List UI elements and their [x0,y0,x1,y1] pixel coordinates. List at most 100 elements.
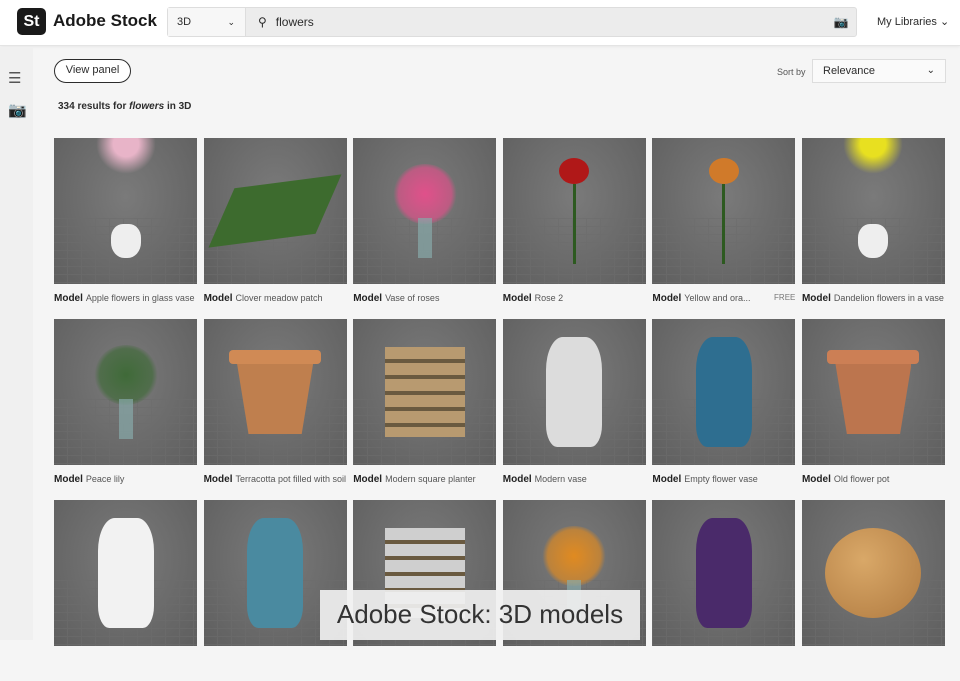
model-preview [247,518,304,628]
result-item[interactable]: Model Rose 2 [502,138,646,319]
result-item[interactable] [54,500,197,681]
sort-dropdown[interactable]: Relevance ⌄ [812,59,946,83]
asset-type-dropdown[interactable]: 3D ⌄ [168,8,246,36]
search-query: flowers [275,15,314,29]
result-title[interactable]: Modern square planter [385,474,476,484]
result-caption: Model Clover meadow patch [204,293,347,304]
result-title[interactable]: Clover meadow patch [235,293,322,303]
result-title[interactable]: Peace lily [86,474,125,484]
result-thumbnail[interactable] [353,138,497,284]
asset-type-label: Model [502,474,532,485]
result-title[interactable]: Dandelion flowers in a vase [834,293,944,303]
result-thumbnail[interactable] [652,500,796,646]
result-caption: Model Vase of roses [353,293,496,304]
overlay-caption: Adobe Stock: 3D models [320,590,640,640]
my-libraries-label: My Libraries [877,16,937,28]
search-icon: ⚲ [258,15,267,29]
result-item[interactable]: Model Modern vase [502,319,646,500]
search-input[interactable]: ⚲ flowers [246,8,826,36]
result-item[interactable]: Model Yellow and ora... FREE [652,138,796,319]
result-title[interactable]: Vase of roses [385,293,439,303]
asset-type-label: Model [502,293,532,304]
result-item[interactable]: Model Vase of roses [353,138,497,319]
model-preview [843,138,904,258]
brand-name[interactable]: Adobe Stock [53,11,157,31]
visual-search-camera-icon[interactable]: 📷 [826,8,856,36]
my-libraries-menu[interactable]: My Libraries ⌄ [877,15,949,28]
filters-icon[interactable]: ☰ [8,69,21,87]
view-panel-button[interactable]: View panel [54,59,131,83]
model-preview [95,138,156,258]
result-caption: Model Modern square planter [353,474,496,485]
result-thumbnail[interactable] [54,319,197,465]
result-thumbnail[interactable] [502,138,646,284]
adobe-stock-logo[interactable]: St [17,8,46,35]
model-preview [827,350,920,434]
asset-type-label: Model [54,474,83,485]
result-thumbnail[interactable] [652,319,796,465]
result-title[interactable]: Rose 2 [535,293,564,303]
search-bar: 3D ⌄ ⚲ flowers 📷 [167,7,857,37]
asset-type-value: 3D [177,16,192,28]
result-item[interactable] [801,500,945,681]
result-caption: Model Apple flowers in glass vase [54,293,197,304]
model-preview [93,345,158,439]
result-item[interactable]: Model Empty flower vase [652,319,796,500]
top-bar: St Adobe Stock 3D ⌄ ⚲ flowers 📷 My Librari… [0,0,960,46]
model-preview [392,164,457,258]
result-caption [54,655,197,666]
chevron-down-icon: ⌄ [939,16,950,28]
result-thumbnail[interactable] [203,138,347,284]
asset-type-label: Model [353,293,383,304]
result-thumbnail[interactable] [54,500,197,646]
asset-type-label: Model [203,293,233,304]
model-preview [695,518,752,628]
model-preview [97,518,154,628]
result-title[interactable]: Empty flower vase [684,474,758,484]
result-item[interactable]: Model Modern square planter [353,319,497,500]
result-item[interactable]: Model Peace lily [54,319,197,500]
result-thumbnail[interactable] [801,319,945,465]
result-item[interactable]: Model Terracotta pot filled with soil [203,319,347,500]
result-title[interactable]: Terracotta pot filled with soil [235,474,346,484]
result-thumbnail[interactable] [801,500,945,646]
result-item[interactable] [652,500,796,681]
result-thumbnail[interactable] [203,319,347,465]
result-title[interactable]: Yellow and ora... [684,293,750,303]
result-thumbnail[interactable] [801,138,945,284]
result-title[interactable]: Old flower pot [834,474,890,484]
result-caption: Model Modern vase [503,474,646,485]
sort-value: Relevance [823,65,875,77]
asset-type-label: Model [801,474,831,485]
model-preview [546,337,603,447]
result-caption: Model Peace lily [54,474,197,485]
asset-type-label: Model [353,474,383,485]
asset-type-label: Model [54,293,83,304]
model-preview [229,350,322,434]
result-caption: Model Yellow and ora... FREE [652,293,795,304]
result-caption: Model Rose 2 [503,293,646,304]
result-item[interactable]: Model Clover meadow patch [203,138,347,319]
result-thumbnail[interactable] [652,138,796,284]
free-badge: FREE [774,293,796,302]
chevron-down-icon: ⌄ [926,65,935,76]
result-caption: Model Old flower pot [802,474,945,485]
sidebar: ☰ 📷 [0,47,33,640]
model-preview [559,158,590,264]
model-preview [208,174,342,248]
result-thumbnail[interactable] [502,319,646,465]
model-preview [695,337,752,447]
asset-type-label: Model [203,474,233,485]
result-title[interactable]: Modern vase [535,474,587,484]
result-item[interactable]: Model Dandelion flowers in a vase [801,138,945,319]
result-thumbnail[interactable] [353,319,497,465]
result-title[interactable]: Apple flowers in glass vase [86,293,195,303]
result-thumbnail[interactable] [54,138,197,284]
result-item[interactable]: Model Apple flowers in glass vase [54,138,197,319]
model-preview [384,347,465,437]
model-preview [825,528,922,618]
result-item[interactable]: Model Old flower pot [801,319,945,500]
camera-icon[interactable]: 📷 [8,101,27,119]
result-caption [652,655,795,666]
result-caption: Model Empty flower vase [652,474,795,485]
